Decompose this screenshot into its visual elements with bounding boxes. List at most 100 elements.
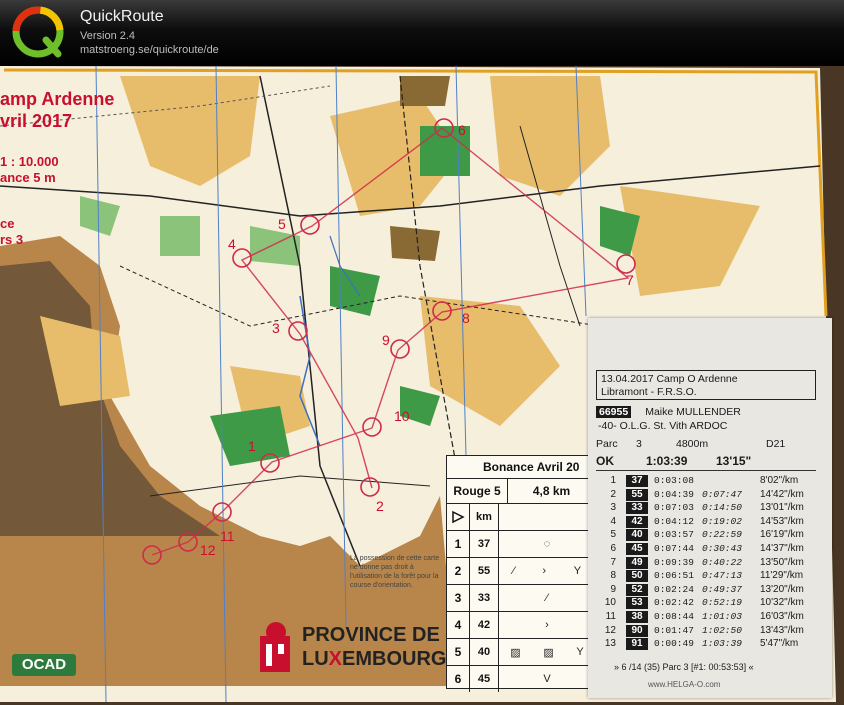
split-cumulative-time: 0:22:59: [702, 529, 742, 541]
map-scale: 1 : 10.000 ance 5 m: [0, 154, 59, 186]
start-triangle-icon: [447, 504, 470, 530]
map-course-label: ce rs 3: [0, 216, 23, 248]
split-number: 8: [610, 570, 616, 582]
slip-total-time: 1:03:39: [646, 454, 688, 468]
description-row-symbols: ›: [499, 612, 595, 638]
map-course-line2: rs 3: [0, 232, 24, 247]
dotted-circle-icon: ◌: [543, 538, 551, 550]
split-control-code: 91: [626, 638, 648, 651]
description-row: 1 37 ◌: [447, 531, 595, 558]
province-line1: PROVINCE DE: [302, 624, 440, 646]
split-number: 9: [610, 583, 616, 595]
split-cumulative-time: 1:03:39: [702, 638, 742, 650]
split-leg-time: 0:00:49: [654, 638, 694, 650]
split-row: 1 37 0:03:08 8'02"/km: [596, 474, 824, 488]
province-line2: LUXEMBOURG: [302, 648, 446, 671]
split-row: 6 45 0:07:44 0:30:43 14'37"/km: [596, 542, 824, 556]
description-row-code: 40: [470, 639, 499, 665]
slip-runner-id: 66955: [596, 406, 632, 418]
split-leg-time: 0:03:08: [654, 475, 694, 486]
description-row-symbols: ▨ ▨ Y: [499, 639, 595, 665]
control-number-1: 1: [248, 438, 256, 454]
fork-icon: Y: [576, 646, 584, 658]
description-row-number: 2: [447, 558, 470, 584]
split-pace: 13'20"/km: [760, 583, 804, 595]
split-number: 5: [610, 529, 616, 541]
split-number: 3: [610, 502, 616, 514]
description-row-code: 45: [470, 666, 499, 692]
description-start-unit: km: [470, 504, 499, 530]
slip-splits-list: 1 37 0:03:08 8'02"/km 2 55 0:04:39 0:07:47 14'42…: [596, 474, 824, 651]
slip-footer-url: www.HELGA-O.com: [648, 680, 721, 689]
slip-runner-name: Maike MULLENDER: [645, 406, 741, 418]
split-pace: 13'01"/km: [760, 502, 804, 514]
description-row-code: 37: [470, 531, 499, 557]
map-title: amp Ardenne vril 2017: [0, 88, 114, 132]
slip-distance: 4800m: [676, 438, 709, 450]
map-scale-line1: 1 : 10.000: [0, 154, 59, 169]
split-leg-time: 0:04:39: [654, 488, 694, 500]
split-pace: 5'47"/km: [760, 638, 799, 650]
split-control-code: 90: [626, 624, 648, 637]
split-pace: 10'32"/km: [760, 597, 804, 609]
split-row: 5 40 0:03:57 0:22:59 16'19"/km: [596, 528, 824, 542]
split-control-code: 33: [626, 502, 648, 515]
split-control-code: 45: [626, 542, 648, 555]
split-row: 9 52 0:02:24 0:49:37 13'20"/km: [596, 583, 824, 597]
description-title: Bonance Avril 20: [447, 456, 595, 479]
province-crest-icon: [260, 622, 290, 672]
description-row-symbols: ⁄ › Y: [499, 558, 595, 584]
split-control-code: 37: [626, 475, 648, 487]
split-number: 13: [604, 638, 616, 650]
slip-parc-label: Parc: [596, 438, 618, 450]
description-course: Rouge 5: [447, 479, 508, 503]
split-leg-time: 0:08:44: [654, 610, 694, 622]
split-row: 10 53 0:02:42 0:52:19 10'32"/km: [596, 596, 824, 610]
split-cumulative-time: 0:07:47: [702, 488, 742, 500]
split-number: 11: [605, 610, 616, 622]
split-pace: 16'03"/km: [760, 610, 804, 622]
app-url[interactable]: matstroeng.se/quickroute/de: [80, 44, 219, 56]
split-row: 7 49 0:09:39 0:40:22 13'50"/km: [596, 556, 824, 570]
split-cumulative-time: 0:52:19: [702, 597, 742, 609]
map-title-line1: amp Ardenne: [0, 89, 115, 109]
split-pace: 13'43"/km: [760, 624, 804, 636]
split-cumulative-time: 1:02:50: [702, 624, 742, 636]
description-row-number: 4: [447, 612, 470, 638]
app-version: Version 2.4: [80, 30, 136, 42]
hatched-icon: ▨: [510, 646, 521, 659]
slash-icon: ⁄: [546, 592, 548, 604]
map-title-line2: vril 2017: [0, 111, 73, 131]
split-control-code: 42: [626, 515, 648, 528]
split-cumulative-time: 0:14:50: [702, 502, 742, 514]
description-row: 4 42 ›: [447, 612, 595, 639]
hatched-icon: ▨: [543, 646, 554, 659]
control-number-7: 7: [626, 272, 634, 288]
slip-pace: 13'15": [716, 454, 752, 468]
control-number-4: 4: [228, 236, 236, 252]
description-row-symbols: V: [499, 666, 595, 692]
split-number: 10: [604, 597, 616, 609]
description-start-row: km: [447, 504, 595, 531]
split-pace: 14'53"/km: [760, 515, 804, 527]
description-row: 3 33 ⁄: [447, 585, 595, 612]
split-leg-time: 0:02:24: [654, 583, 694, 595]
slip-location: Libramont - F.R.S.O.: [601, 386, 697, 398]
split-control-code: 49: [626, 556, 648, 569]
corner-icon: ›: [545, 619, 549, 631]
split-cumulative-time: 0:47:13: [702, 570, 742, 582]
slip-runner: 66955 Maike MULLENDER: [596, 406, 741, 419]
control-number-8: 8: [462, 310, 470, 326]
slip-category: D21: [766, 438, 786, 450]
description-row: 5 40 ▨ ▨ Y: [447, 639, 595, 666]
control-number-12: 12: [200, 542, 216, 558]
slip-club: -40- O.L.G. St. Vith ARDOC: [598, 420, 728, 432]
split-control-code: 52: [626, 583, 648, 596]
split-cumulative-time: 0:30:43: [702, 542, 742, 554]
slip-footer: » 6 /14 (35) Parc 3 [#1: 00:53:53] «: [614, 662, 754, 672]
description-row-number: 1: [447, 531, 470, 557]
province-logo: PROVINCE DE LUXEMBOURG: [258, 618, 446, 682]
split-row: 4 42 0:04:12 0:19:02 14'53"/km: [596, 515, 824, 529]
split-row: 11 38 0:08:44 1:01:03 16'03"/km: [596, 610, 824, 624]
split-leg-time: 0:04:12: [654, 515, 694, 527]
